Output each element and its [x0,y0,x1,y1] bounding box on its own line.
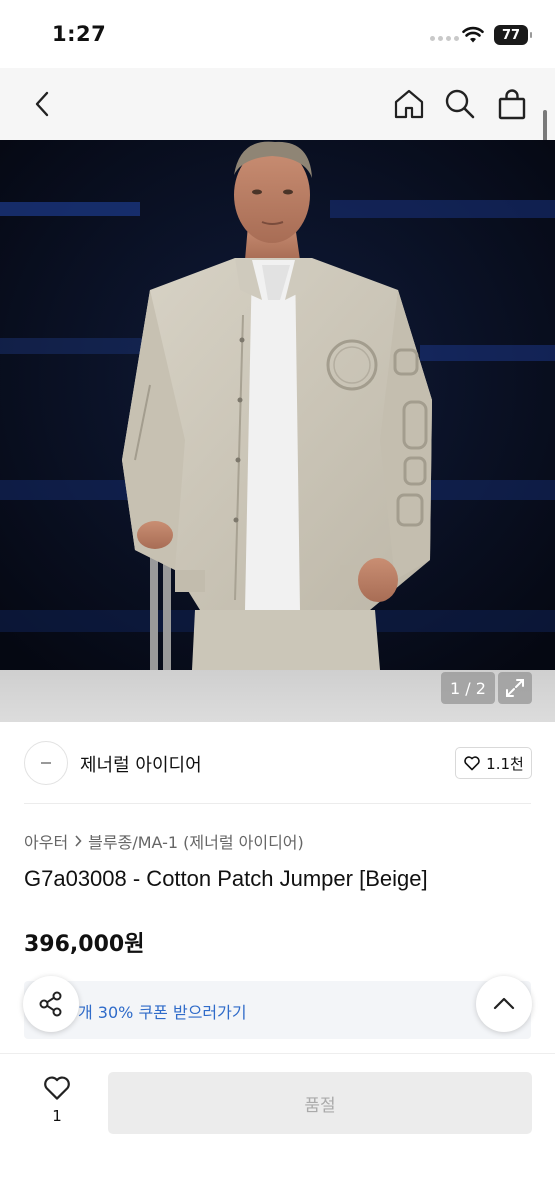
product-title: G7a03008 - Cotton Patch Jumper [Beige] [24,866,428,891]
breadcrumb-category[interactable]: 아우터 [24,829,68,853]
brand-like-button[interactable]: 1.1천 [455,747,532,779]
scroll-to-top-button[interactable] [476,976,532,1032]
cart-button[interactable] [496,88,528,120]
brand-logo-mark [41,762,51,764]
expand-image-button[interactable] [498,672,532,704]
heart-icon [44,1076,70,1100]
chevron-up-icon [493,997,515,1010]
home-icon [394,89,424,119]
brand-name[interactable]: 제너럴 아이디어 [80,751,202,777]
brand-like-count: 1.1천 [486,754,524,773]
search-icon [445,89,475,119]
home-button[interactable] [393,88,425,120]
heart-icon [464,756,480,771]
search-button[interactable] [444,88,476,120]
wifi-icon [462,26,484,48]
battery-indicator: 77 [494,25,532,45]
brand-logo[interactable] [24,741,68,785]
runway-photo [0,140,555,670]
page-scrollbar[interactable] [543,110,547,144]
back-icon [35,91,49,117]
breadcrumb: 아우터 블루종/MA-1 (제너럴 아이디어) [24,829,304,853]
coupon-text[interactable]: 개 30% 쿠폰 받으러가기 [78,999,247,1023]
sold-out-button[interactable]: 품절 [108,1072,532,1134]
share-icon [39,991,62,1017]
chevron-right-icon [75,835,82,847]
expand-icon [506,679,524,697]
product-price: 396,000원 [24,932,145,957]
product-image[interactable] [0,140,555,670]
bag-icon [498,89,526,120]
status-time: 1:27 [52,22,107,46]
top-nav-bar [0,68,555,140]
signal-icon [430,36,459,41]
image-counter: 1 / 2 [441,672,495,704]
breadcrumb-subcategory[interactable]: 블루종/MA-1 (제너럴 아이디어) [88,829,304,853]
back-button[interactable] [26,88,58,120]
share-button[interactable] [23,976,79,1032]
status-bar: 1:27 77 [0,0,555,68]
section-divider [24,803,531,804]
wishlist-count: 1 [52,1107,62,1125]
wishlist-button[interactable]: 1 [36,1074,78,1125]
